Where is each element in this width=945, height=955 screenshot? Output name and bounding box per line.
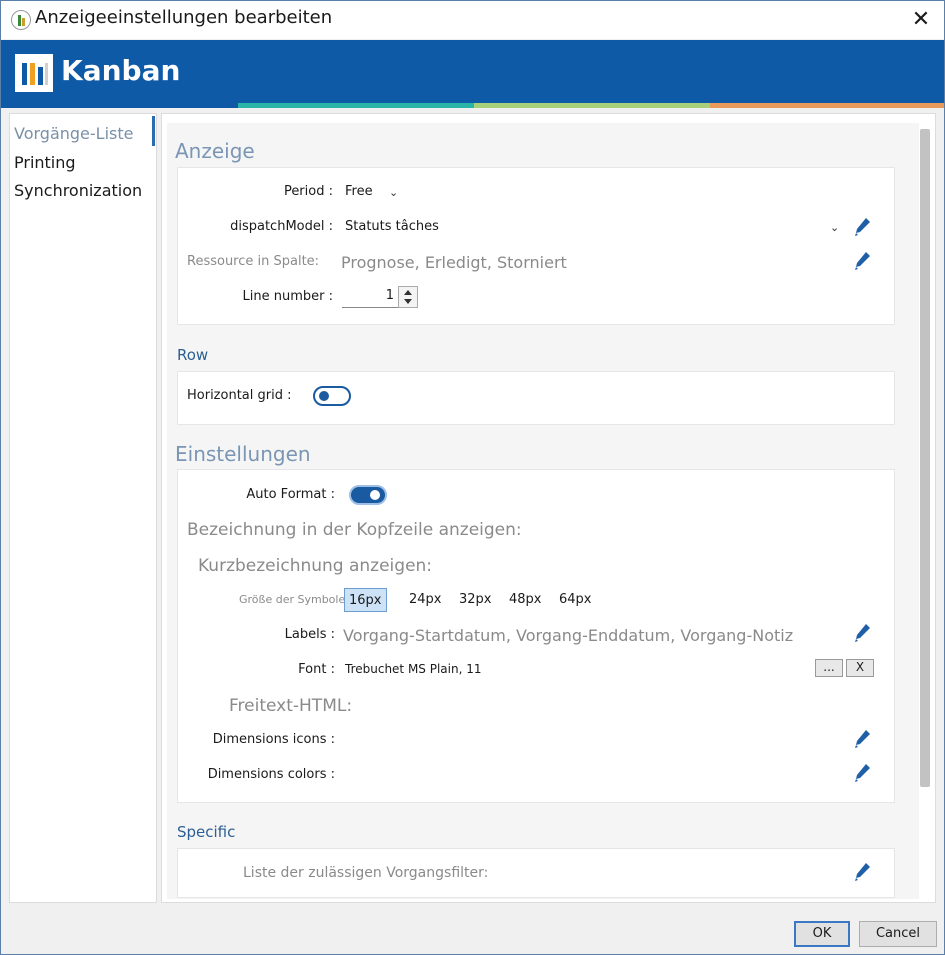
banner-stripe [1,103,238,108]
line-number-value[interactable]: 1 [386,288,394,303]
symbol-size-48px[interactable]: 48px [505,588,546,612]
dialog-window: Anzeigeeinstellungen bearbeiten ✕ Kanban… [0,0,945,955]
stepper-up-icon[interactable] [404,290,412,295]
section-title-anzeige: Anzeige [175,139,255,163]
pencil-icon[interactable] [854,862,872,882]
dimensions-icons-label: Dimensions icons : [212,732,335,747]
horizontal-grid-toggle[interactable] [313,386,351,406]
kopfzeile-label: Bezeichnung in der Kopfzeile anzeigen: [187,520,522,540]
section-title-specific: Specific [177,823,236,841]
font-value: Trebuchet MS Plain, 11 [345,662,482,676]
app-icon [11,10,31,30]
close-icon[interactable]: ✕ [908,7,934,33]
period-select[interactable]: Free [345,184,373,199]
sidebar-item-printing[interactable]: Printing [14,153,76,172]
banner-stripe [474,103,710,108]
pencil-icon[interactable] [854,623,872,643]
symbol-size-32px[interactable]: 32px [455,588,496,612]
chevron-down-icon[interactable]: ⌄ [830,221,839,234]
labels-value: Vorgang-Startdatum, Vorgang-Enddatum, Vo… [343,626,794,645]
font-browse-button[interactable]: ... [815,659,843,677]
freitext-html-label: Freitext-HTML: [229,696,353,716]
stepper-buttons[interactable] [398,286,418,308]
auto-format-toggle[interactable] [349,485,387,505]
app-banner: Kanban [1,40,944,103]
sidebar-item-synchronization[interactable]: Synchronization [14,181,142,200]
banner-stripe [238,103,474,108]
vertical-scrollbar[interactable] [920,129,930,787]
window-title: Anzeigeeinstellungen bearbeiten [35,7,333,28]
pencil-icon[interactable] [854,217,872,237]
sidebar-active-indicator [152,116,155,146]
font-clear-button[interactable]: X [846,659,874,677]
dispatch-model-select[interactable]: Statuts tâches [345,219,439,234]
title-bar: Anzeigeeinstellungen bearbeiten ✕ [1,1,944,39]
vorgangsfilter-label: Liste der zulässigen Vorgangsfilter: [243,865,489,881]
sidebar: Vorgänge-Liste Printing Synchronization [9,113,157,903]
ressource-value: Prognose, Erledigt, Storniert [341,253,567,272]
labels-label: Labels : [284,627,335,642]
banner-title: Kanban [61,54,181,87]
symbol-size-64px[interactable]: 64px [555,588,596,612]
horizontal-grid-label: Horizontal grid : [187,388,292,403]
kurzbezeichnung-label: Kurzbezeichnung anzeigen: [198,556,433,576]
section-title-row: Row [177,346,209,364]
chevron-down-icon[interactable]: ⌄ [389,186,398,199]
ok-button[interactable]: OK [794,921,850,947]
dimensions-colors-label: Dimensions colors : [207,767,335,782]
symbol-size-label: Größe der Symbole: [239,593,349,606]
cancel-button[interactable]: Cancel [859,921,937,947]
dispatch-model-label: dispatchModel : [230,219,333,234]
symbol-size-16px[interactable]: 16px [344,588,387,612]
auto-format-label: Auto Format : [246,487,335,502]
line-number-label: Line number : [242,289,333,304]
symbol-size-24px[interactable]: 24px [405,588,446,612]
kanban-logo-icon [15,54,53,92]
pencil-icon[interactable] [854,763,872,783]
font-label: Font : [298,662,335,677]
stepper-down-icon[interactable] [404,299,412,304]
ressource-label: Ressource in Spalte: [187,254,320,269]
sidebar-item-vorgaenge-liste[interactable]: Vorgänge-Liste [14,124,133,143]
pencil-icon[interactable] [854,251,872,271]
period-label: Period : [283,184,333,199]
line-number-stepper[interactable]: 1 [342,286,418,308]
banner-stripe [710,103,944,108]
section-title-einstellungen: Einstellungen [175,442,311,466]
pencil-icon[interactable] [854,729,872,749]
